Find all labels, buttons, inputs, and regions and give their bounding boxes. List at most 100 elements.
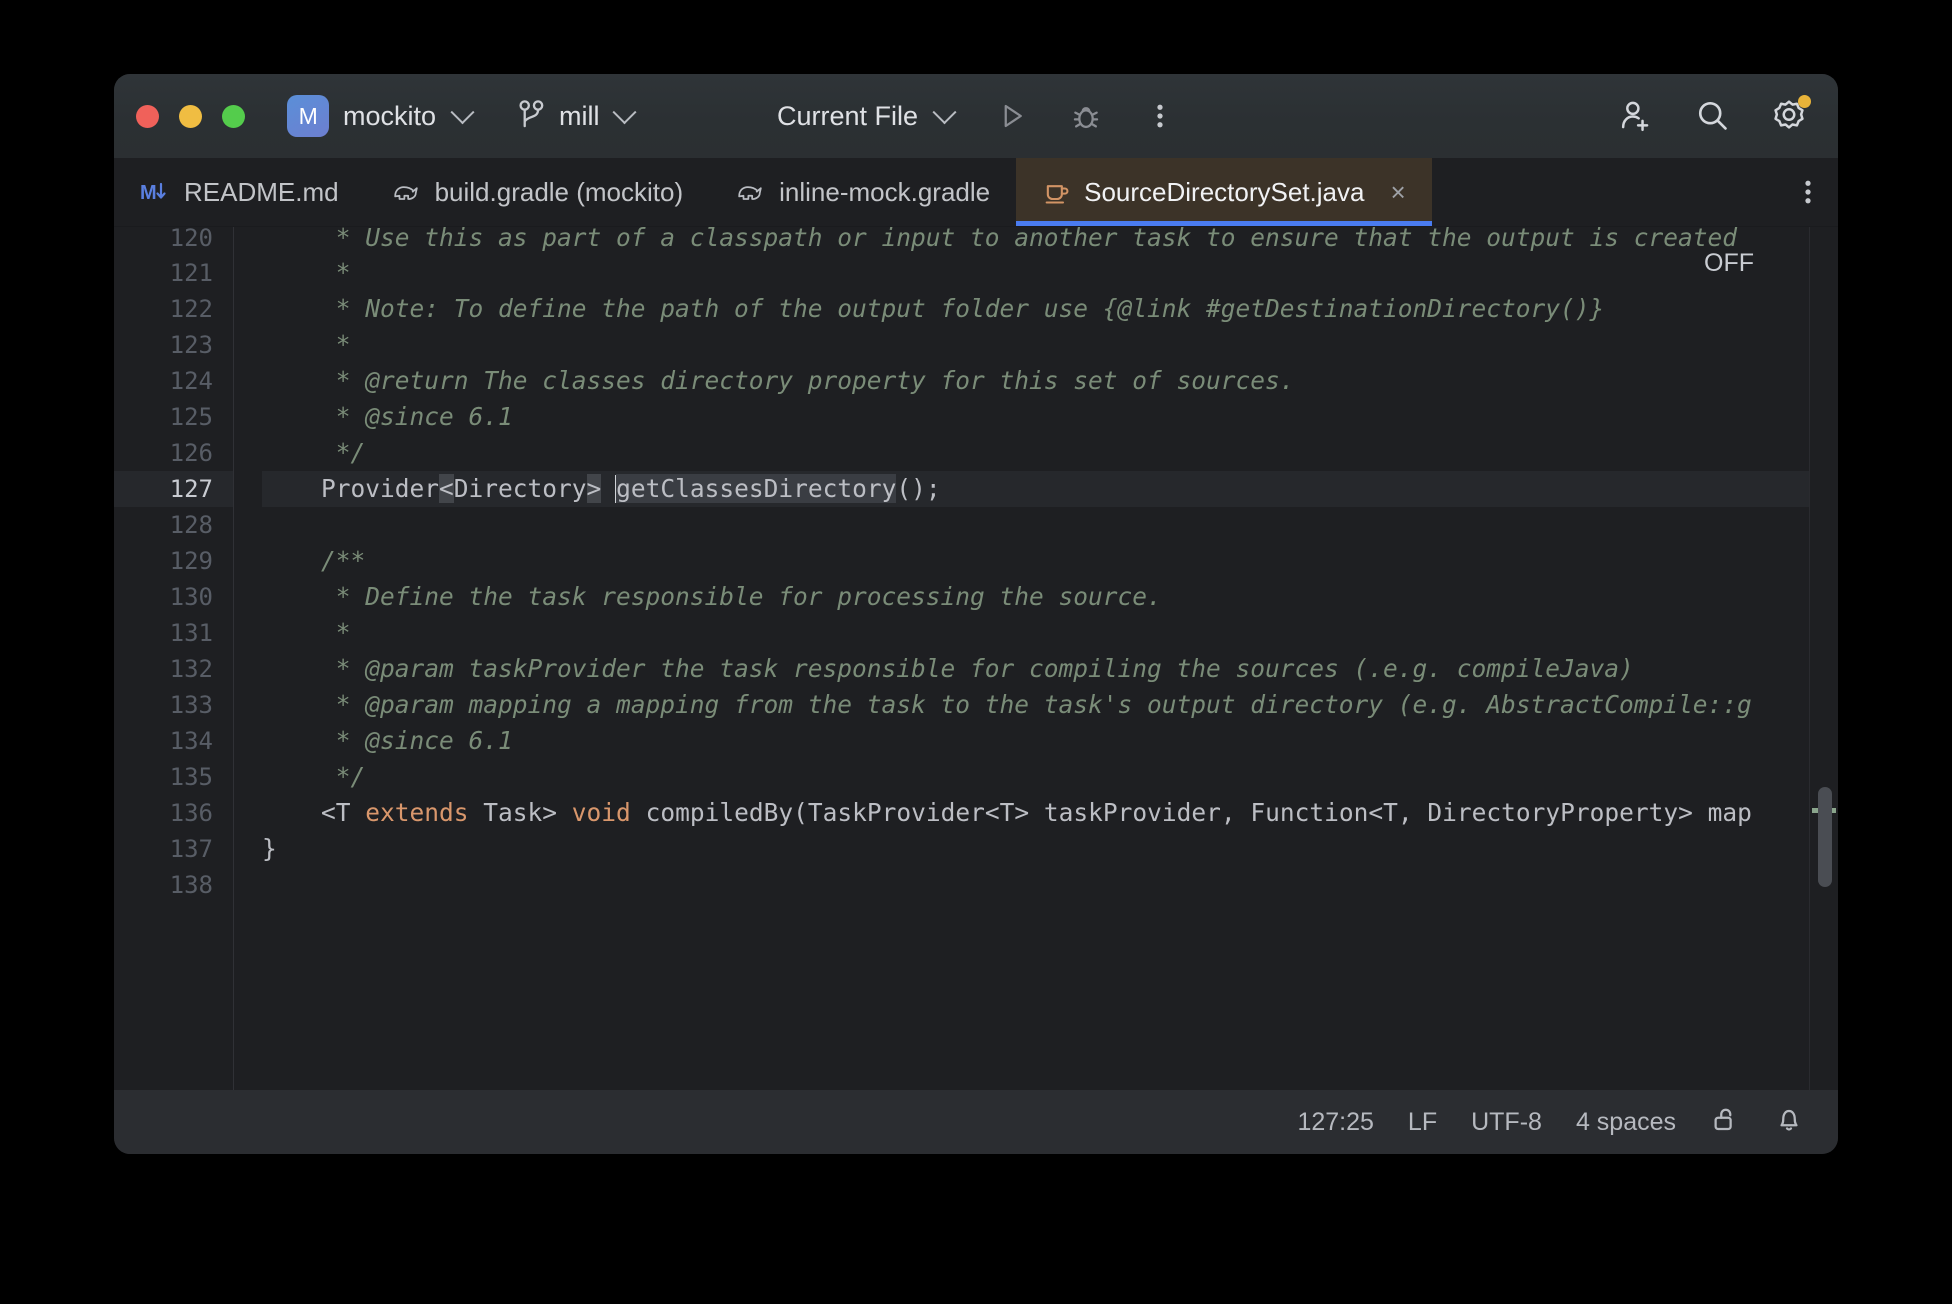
branch-selector[interactable]: mill (507, 91, 643, 142)
branch-name: mill (559, 100, 600, 131)
debug-button[interactable] (1063, 93, 1109, 139)
indent-setting[interactable]: 4 spaces (1576, 1108, 1676, 1137)
code-token: } (262, 834, 277, 863)
java-icon (1042, 178, 1070, 206)
code-line[interactable]: * Note: To define the path of the output… (262, 291, 1838, 327)
code-token: * @since 6.1 (262, 726, 513, 755)
code-token: getClassesDirectory (616, 474, 897, 503)
line-number: 124 (169, 367, 213, 395)
project-badge-icon: M (287, 95, 329, 137)
line-number: 135 (169, 763, 213, 791)
code-editor[interactable]: 120 121 122 123 124 125 126 127 128 129 130 131 132 1… (114, 227, 1838, 1090)
code-token: (); (896, 474, 941, 503)
code-line[interactable]: * @since 6.1 (262, 399, 1838, 435)
project-selector[interactable]: M mockito (277, 89, 481, 143)
code-line[interactable]: */ (262, 435, 1838, 471)
gradle-icon (391, 179, 421, 205)
unlock-icon[interactable] (1710, 1104, 1740, 1141)
close-window-button[interactable] (136, 104, 159, 128)
minimize-window-button[interactable] (179, 104, 202, 128)
code-line[interactable]: /** (262, 543, 1838, 579)
editor-tab[interactable]: build.gradle (mockito) (365, 158, 710, 226)
code-line[interactable]: * (262, 615, 1838, 651)
line-number: 134 (169, 727, 213, 755)
code-line[interactable]: * (262, 255, 1838, 291)
search-icon[interactable] (1690, 93, 1736, 139)
chevron-down-icon (612, 99, 637, 124)
code-line[interactable]: * @param mapping a mapping from the task… (262, 687, 1838, 723)
window-controls (136, 104, 245, 128)
code-token: * Note: To define the path of the output… (262, 294, 1605, 323)
statusbar: 127:25 LF UTF-8 4 spaces (114, 1090, 1838, 1154)
code-line[interactable]: * Define the task responsible for proces… (262, 579, 1838, 615)
code-token: > (586, 474, 602, 503)
zoom-window-button[interactable] (222, 104, 245, 128)
line-number: 129 (169, 547, 213, 575)
run-configuration-selector[interactable]: Current File (769, 97, 961, 136)
code-token: * (262, 258, 351, 287)
tab-list-options-button[interactable] (1778, 158, 1838, 226)
editor-tab[interactable]: M README.md (114, 158, 365, 226)
code-line[interactable]: */ (262, 759, 1838, 795)
code-line[interactable]: } (262, 831, 1838, 867)
code-line[interactable] (262, 507, 1838, 543)
line-number: 127 (114, 471, 233, 507)
scrollbar-thumb[interactable] (1818, 787, 1832, 887)
gradle-icon (735, 179, 765, 205)
line-number: 121 (169, 259, 213, 287)
editor-tab[interactable]: SourceDirectorySet.java × (1016, 158, 1432, 226)
code-token: */ (262, 762, 366, 791)
line-number: 120 (169, 227, 213, 252)
bell-icon[interactable] (1774, 1104, 1804, 1141)
code-line[interactable]: * (262, 327, 1838, 363)
code-line[interactable]: <T extends Task> void compiledBy(TaskPro… (262, 795, 1838, 831)
line-number-gutter: 120 121 122 123 124 125 126 127 128 129 130 131 132 1… (114, 227, 234, 1090)
code-token: * @param mapping a mapping from the task… (262, 690, 1752, 719)
more-options-button[interactable] (1137, 93, 1183, 139)
tab-label: README.md (184, 176, 339, 207)
code-token: void (571, 798, 631, 827)
markdown-icon: M (140, 179, 170, 205)
code-token: Directory (453, 474, 587, 503)
line-number: 123 (169, 331, 213, 359)
code-line[interactable]: * @param taskProvider the task responsib… (262, 651, 1838, 687)
line-number: 137 (169, 835, 213, 863)
add-user-icon[interactable] (1614, 93, 1660, 139)
editor-vertical-scrollbar[interactable] (1809, 227, 1838, 1090)
project-name: mockito (343, 100, 437, 131)
line-number: 136 (169, 799, 213, 827)
inspections-widget[interactable]: OFF (1704, 249, 1754, 278)
line-number: 138 (169, 871, 213, 899)
code-line[interactable]: Provider<Directory> getClassesDirectory(… (262, 471, 1838, 507)
line-separator[interactable]: LF (1408, 1108, 1437, 1137)
gear-icon[interactable] (1766, 93, 1812, 139)
svg-text:M: M (140, 182, 157, 204)
line-number: 126 (169, 439, 213, 467)
code-token: /** (262, 546, 366, 575)
file-encoding[interactable]: UTF-8 (1471, 1108, 1542, 1137)
close-tab-icon[interactable]: × (1390, 179, 1405, 205)
code-content[interactable]: * Use this as part of a classpath or inp… (234, 227, 1838, 1090)
code-token: compiledBy(TaskProvider<T> taskProvider,… (630, 798, 1752, 827)
code-token: * @since 6.1 (262, 402, 513, 431)
code-line[interactable]: * @return The classes directory property… (262, 363, 1838, 399)
code-token: * Use this as part of a classpath or inp… (262, 227, 1738, 252)
code-token: * @param taskProvider the task responsib… (262, 654, 1634, 683)
code-line[interactable]: * @since 6.1 (262, 723, 1838, 759)
line-number: 131 (169, 619, 213, 647)
line-number: 122 (169, 295, 213, 323)
titlebar: M mockito mill Current File (114, 74, 1838, 158)
code-token: * Define the task responsible for proces… (262, 582, 1162, 611)
tab-label: build.gradle (mockito) (434, 176, 684, 207)
code-token: < (439, 474, 454, 503)
line-number: 133 (169, 691, 213, 719)
run-configuration-label: Current File (776, 100, 919, 131)
caret-position[interactable]: 127:25 (1297, 1108, 1373, 1137)
editor-tab[interactable]: inline-mock.gradle (709, 158, 1016, 226)
code-token: * (262, 618, 351, 647)
run-button[interactable] (989, 93, 1035, 139)
code-line[interactable] (262, 867, 1838, 903)
code-line[interactable]: * Use this as part of a classpath or inp… (262, 227, 1838, 255)
code-token: Provider (262, 474, 440, 503)
